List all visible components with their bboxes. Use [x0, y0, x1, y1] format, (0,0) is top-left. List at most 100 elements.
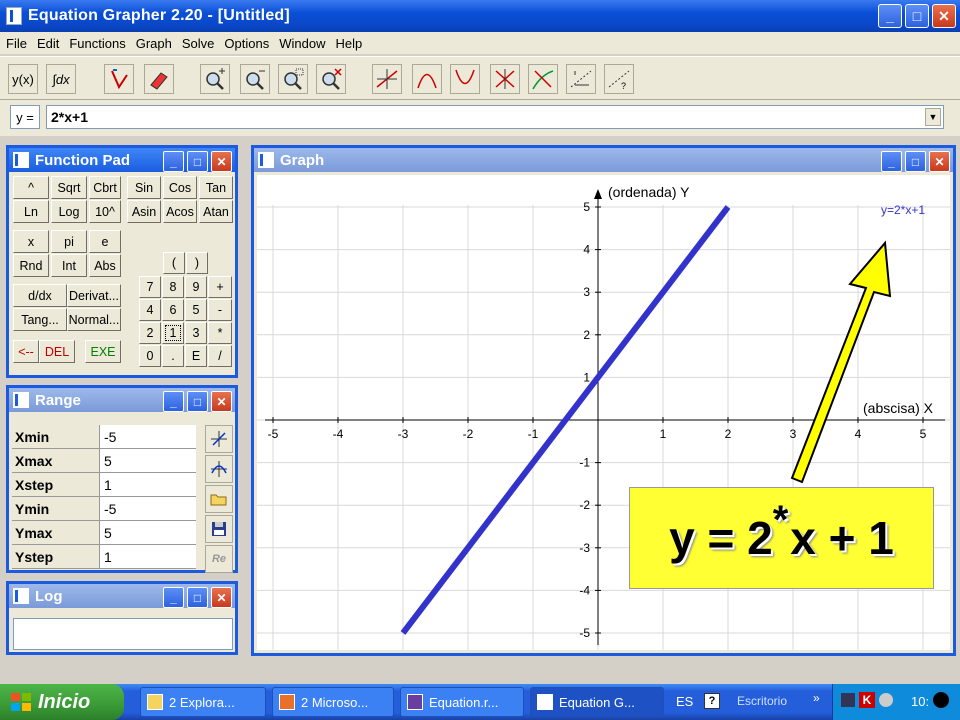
key-tangent[interactable]: Tang... — [13, 308, 67, 331]
graph-maximize[interactable]: □ — [905, 151, 926, 172]
antivirus-icon[interactable]: K — [859, 692, 875, 708]
menu-options[interactable]: Options — [224, 36, 269, 51]
range-close[interactable]: ✕ — [211, 391, 232, 412]
key-8[interactable]: 8 — [162, 276, 184, 298]
evaluate-icon[interactable]: ? — [604, 64, 634, 94]
key-e[interactable]: e — [89, 230, 121, 253]
key-4[interactable]: 4 — [139, 299, 161, 321]
ymin-input[interactable]: -5 — [100, 497, 196, 520]
key-acos[interactable]: Acos — [163, 200, 197, 223]
key-log[interactable]: Log — [51, 200, 87, 223]
yx-button[interactable]: y(x) — [8, 64, 38, 94]
key-open-paren[interactable]: ( — [163, 252, 185, 274]
function-pad-maximize[interactable]: □ — [187, 151, 208, 172]
key-ln[interactable]: Ln — [13, 200, 49, 223]
minimum-icon[interactable] — [450, 64, 480, 94]
graph-line-icon[interactable] — [372, 64, 402, 94]
save-icon[interactable] — [205, 515, 233, 543]
auto-range-icon[interactable] — [205, 425, 233, 453]
start-button[interactable]: Inicio — [0, 684, 124, 720]
log-maximize[interactable]: □ — [187, 587, 208, 608]
xmin-input[interactable]: -5 — [100, 425, 196, 448]
key-normal[interactable]: Normal... — [67, 308, 121, 331]
menu-functions[interactable]: Functions — [69, 36, 125, 51]
key-minus[interactable]: - — [208, 299, 232, 321]
chevron-icon[interactable]: » — [813, 691, 820, 705]
help-icon[interactable]: ? — [704, 693, 720, 709]
function-pad-minimize[interactable]: _ — [163, 151, 184, 172]
key-multiply[interactable]: * — [208, 322, 232, 344]
zoom-box-icon[interactable] — [278, 64, 308, 94]
key-ten-power[interactable]: 10^ — [89, 200, 121, 223]
ymax-input[interactable]: 5 — [100, 521, 196, 544]
ystep-input[interactable]: 1 — [100, 545, 196, 568]
zoom-reset-icon[interactable] — [316, 64, 346, 94]
graph-close[interactable]: ✕ — [929, 151, 950, 172]
xmax-input[interactable]: 5 — [100, 449, 196, 472]
key-5[interactable]: 5 — [185, 299, 207, 321]
key-tan[interactable]: Tan — [199, 176, 233, 199]
key-cbrt[interactable]: Cbrt — [89, 176, 121, 199]
language-indicator[interactable]: ES — [676, 694, 693, 709]
menu-graph[interactable]: Graph — [136, 36, 172, 51]
menu-file[interactable]: File — [6, 36, 27, 51]
tangent-icon[interactable] — [528, 64, 558, 94]
fit-range-icon[interactable] — [205, 455, 233, 483]
range-minimize[interactable]: _ — [163, 391, 184, 412]
key-rnd[interactable]: Rnd — [13, 254, 49, 277]
graph-minimize[interactable]: _ — [881, 151, 902, 172]
menu-solve[interactable]: Solve — [182, 36, 215, 51]
key-6[interactable]: 6 — [162, 299, 184, 321]
key-divide[interactable]: / — [208, 345, 232, 367]
network-icon[interactable] — [841, 693, 855, 707]
desktop-toolbar[interactable]: Escritorio — [737, 694, 787, 708]
formula-dropdown-icon[interactable]: ▼ — [925, 108, 941, 126]
key-exponent[interactable]: E — [185, 345, 207, 367]
pencil-icon[interactable] — [104, 64, 134, 94]
key-abs[interactable]: Abs — [89, 254, 121, 277]
formula-input[interactable]: 2*x+1 ▼ — [46, 105, 944, 129]
task-explorer[interactable]: 2 Explora... — [140, 687, 266, 717]
key-x[interactable]: x — [13, 230, 49, 253]
key-decimal[interactable]: . — [162, 345, 184, 367]
key-ddx[interactable]: d/dx — [13, 284, 67, 307]
key-0[interactable]: 0 — [139, 345, 161, 367]
maximize-button[interactable]: □ — [905, 4, 929, 28]
key-atan[interactable]: Atan — [199, 200, 233, 223]
key-del[interactable]: DEL — [39, 340, 75, 363]
open-folder-icon[interactable] — [205, 485, 233, 513]
log-close[interactable]: ✕ — [211, 587, 232, 608]
maximum-icon[interactable] — [412, 64, 442, 94]
zoom-in-icon[interactable] — [200, 64, 230, 94]
eraser-icon[interactable] — [144, 64, 174, 94]
log-output[interactable] — [13, 618, 233, 650]
task-equation-file[interactable]: Equation.r... — [400, 687, 524, 717]
task-equation-grapher[interactable]: Equation G... — [530, 687, 664, 717]
minimize-button[interactable]: _ — [878, 4, 902, 28]
key-derivative[interactable]: Derivat... — [67, 284, 121, 307]
key-int[interactable]: Int — [51, 254, 87, 277]
key-3[interactable]: 3 — [185, 322, 207, 344]
key-sqrt[interactable]: Sqrt — [51, 176, 87, 199]
key-1[interactable]: 1 — [162, 322, 184, 344]
integral-button[interactable]: ∫dx — [46, 64, 76, 94]
reset-range-button[interactable]: Re — [205, 545, 233, 573]
xstep-input[interactable]: 1 — [100, 473, 196, 496]
key-cos[interactable]: Cos — [163, 176, 197, 199]
task-microsoft[interactable]: 2 Microso... — [272, 687, 394, 717]
menu-window[interactable]: Window — [279, 36, 325, 51]
area-icon[interactable] — [566, 64, 596, 94]
key-9[interactable]: 9 — [185, 276, 207, 298]
key-pi[interactable]: pi — [51, 230, 87, 253]
function-pad-close[interactable]: ✕ — [211, 151, 232, 172]
close-button[interactable]: ✕ — [932, 4, 956, 28]
key-backspace[interactable]: <-- — [13, 340, 39, 363]
intersection-icon[interactable] — [490, 64, 520, 94]
key-sin[interactable]: Sin — [127, 176, 161, 199]
menu-help[interactable]: Help — [335, 36, 362, 51]
key-close-paren[interactable]: ) — [186, 252, 208, 274]
range-maximize[interactable]: □ — [187, 391, 208, 412]
zoom-out-icon[interactable] — [240, 64, 270, 94]
key-plus[interactable]: + — [208, 276, 232, 298]
menu-edit[interactable]: Edit — [37, 36, 59, 51]
